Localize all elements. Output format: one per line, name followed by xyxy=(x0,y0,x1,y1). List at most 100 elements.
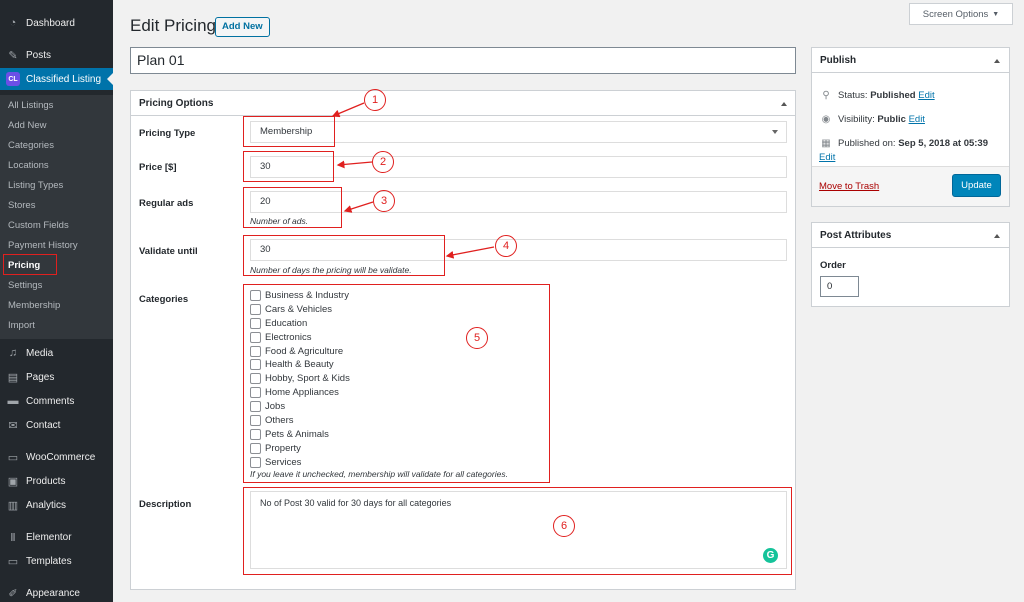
submenu-add-new[interactable]: Add New xyxy=(8,119,47,133)
post-attributes-header[interactable]: Post Attributes xyxy=(812,223,1009,248)
update-button[interactable]: Update xyxy=(952,174,1001,197)
menu-posts[interactable]: ✎ Posts xyxy=(0,44,113,66)
active-arrow xyxy=(107,73,113,85)
menu-appearance[interactable]: ✐ Appearance xyxy=(0,582,113,602)
collapse-toggle-icon[interactable] xyxy=(781,102,787,106)
menu-dashboard[interactable]: ◔ Dashboard xyxy=(0,12,113,34)
pricing-options-header[interactable]: Pricing Options xyxy=(131,91,795,116)
pages-icon: ▤ xyxy=(7,371,19,384)
admin-sidebar: ◔ Dashboard ✎ Posts CL Classified Listin… xyxy=(0,0,113,602)
post-title-input[interactable]: Plan 01 xyxy=(130,47,796,74)
regular-ads-label: Regular ads xyxy=(139,198,194,209)
pin-icon: ⚲ xyxy=(822,90,830,101)
published-on-line: ▦ Published on: Sep 5, 2018 at 05:39 xyxy=(820,138,988,149)
pricing-options-title: Pricing Options xyxy=(139,98,214,109)
edit-status-link[interactable]: Edit xyxy=(918,90,934,101)
menu-label: Dashboard xyxy=(26,17,75,29)
publish-title: Publish xyxy=(820,55,857,66)
annotation-number-5: 5 xyxy=(466,327,488,349)
pricing-highlight-box xyxy=(3,254,57,275)
submenu-locations[interactable]: Locations xyxy=(8,159,49,173)
menu-label: Media xyxy=(26,347,54,359)
submenu-settings[interactable]: Settings xyxy=(8,279,42,293)
menu-label: Classified Listing xyxy=(26,73,102,85)
screen-options-button[interactable]: Screen Options ▼ xyxy=(909,3,1013,25)
menu-label: Analytics xyxy=(26,499,67,511)
mail-icon: ✉ xyxy=(8,419,18,432)
move-to-trash-link[interactable]: Move to Trash xyxy=(819,181,879,192)
submenu-import[interactable]: Import xyxy=(8,319,35,333)
menu-pages[interactable]: ▤ Pages xyxy=(0,366,113,388)
submenu-all-listings[interactable]: All Listings xyxy=(8,99,53,113)
submenu-payment-history[interactable]: Payment History xyxy=(8,239,78,253)
visibility-line: ◉ Visibility: Public Edit xyxy=(820,114,925,125)
menu-label: Posts xyxy=(26,49,52,61)
menu-media[interactable]: ♫ Media xyxy=(0,342,113,364)
menu-woocommerce[interactable]: ▭ WooCommerce xyxy=(0,446,113,468)
description-label: Description xyxy=(139,499,192,510)
published-label: Published on: xyxy=(838,138,896,149)
publish-header[interactable]: Publish xyxy=(812,48,1009,73)
menu-label: Pages xyxy=(26,371,55,383)
menu-label: Templates xyxy=(26,555,72,567)
comment-icon: ▬ xyxy=(7,395,19,407)
annotation-box-5 xyxy=(243,284,550,483)
dashboard-icon: ◔ xyxy=(9,17,17,29)
add-new-button[interactable]: Add New xyxy=(215,17,270,37)
menu-analytics[interactable]: ▥ Analytics xyxy=(0,494,113,516)
menu-label: Appearance xyxy=(26,587,80,599)
validate-until-label: Validate until xyxy=(139,246,198,257)
elementor-icon: Ⅱ xyxy=(10,531,16,544)
menu-classified-listing[interactable]: CL Classified Listing xyxy=(0,68,113,90)
pricing-type-label: Pricing Type xyxy=(139,128,196,139)
menu-templates[interactable]: ▭ Templates xyxy=(0,550,113,572)
screen-options-label: Screen Options xyxy=(922,8,989,20)
menu-elementor[interactable]: Ⅱ Elementor xyxy=(0,526,113,548)
edit-date-link[interactable]: Edit xyxy=(819,152,835,163)
eye-icon: ◉ xyxy=(821,114,831,125)
order-label: Order xyxy=(820,260,846,271)
categories-label: Categories xyxy=(139,294,189,305)
media-icon: ♫ xyxy=(8,347,18,359)
menu-label: Contact xyxy=(26,419,61,431)
page-title: Edit Pricing xyxy=(130,16,216,35)
visibility-value: Public xyxy=(877,114,906,125)
box-icon: ▣ xyxy=(7,475,19,488)
annotation-number-6: 6 xyxy=(553,515,575,537)
submenu-membership[interactable]: Membership xyxy=(8,299,60,313)
cl-logo-icon: CL xyxy=(6,72,20,86)
annotation-box-6 xyxy=(243,487,792,575)
menu-label: WooCommerce xyxy=(26,451,96,463)
annotation-number-1: 1 xyxy=(364,89,386,111)
collapse-toggle-icon[interactable] xyxy=(994,234,1000,238)
calendar-icon: ▦ xyxy=(821,138,831,149)
annotation-box-4 xyxy=(243,235,445,276)
pin-icon: ✎ xyxy=(8,49,18,62)
post-attributes-box: Post Attributes Order 0 xyxy=(811,222,1010,307)
annotation-number-4: 4 xyxy=(495,235,517,257)
edit-visibility-link[interactable]: Edit xyxy=(909,114,925,125)
annotation-box-3 xyxy=(243,187,342,228)
brush-icon: ✐ xyxy=(8,587,18,600)
submenu-listing-types[interactable]: Listing Types xyxy=(8,179,63,193)
order-input[interactable]: 0 xyxy=(820,276,859,297)
analytics-icon: ▥ xyxy=(7,499,19,512)
caret-down-icon: ▼ xyxy=(992,10,1000,18)
collapse-toggle-icon[interactable] xyxy=(994,59,1000,63)
menu-comments[interactable]: ▬ Comments xyxy=(0,390,113,412)
folder-icon: ▭ xyxy=(7,555,19,568)
submenu-stores[interactable]: Stores xyxy=(8,199,35,213)
menu-products[interactable]: ▣ Products xyxy=(0,470,113,492)
submenu-categories[interactable]: Categories xyxy=(8,139,54,153)
woo-icon: ▭ xyxy=(7,451,19,464)
publish-actions: Move to Trash Update xyxy=(812,166,1009,206)
annotation-box-1 xyxy=(243,116,335,147)
menu-contact[interactable]: ✉ Contact xyxy=(0,414,113,436)
visibility-label: Visibility: xyxy=(838,114,875,125)
status-value: Published xyxy=(870,90,916,101)
price-label: Price [$] xyxy=(139,162,177,173)
published-value: Sep 5, 2018 at 05:39 xyxy=(898,138,989,149)
submenu-custom-fields[interactable]: Custom Fields xyxy=(8,219,69,233)
publish-box: Publish ⚲ Status: Published Edit ◉ Visib… xyxy=(811,47,1010,207)
annotation-number-2: 2 xyxy=(372,151,394,173)
